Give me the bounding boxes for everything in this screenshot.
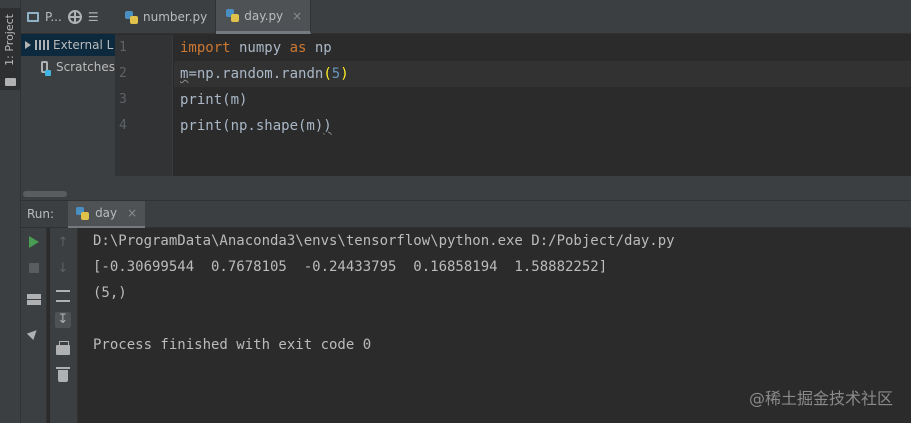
console-line: (5,)	[93, 285, 127, 301]
console-line: [-0.30699544 0.7678105 -0.24433795 0.168…	[93, 259, 608, 275]
console-line: D:\ProgramData\Anaconda3\envs\tensorflow…	[93, 233, 675, 249]
close-icon[interactable]: ×	[292, 9, 302, 23]
project-view-selector[interactable]: P...	[45, 10, 62, 24]
project-view-icon[interactable]	[27, 11, 39, 22]
code-line-3[interactable]: print(m)	[180, 87, 247, 113]
tree-item-external-libraries[interactable]: External L	[21, 34, 115, 56]
run-tab-day[interactable]: day ×	[68, 200, 146, 228]
line-number: 2	[119, 66, 127, 81]
code-line-2[interactable]: m=np.random.randn(5)	[180, 61, 349, 87]
rerun-play-icon[interactable]	[29, 236, 43, 250]
line-number: 4	[119, 118, 127, 133]
project-panel-header: P... ☰	[21, 0, 115, 34]
stop-icon[interactable]	[29, 263, 43, 277]
folder-icon	[5, 78, 16, 86]
collapse-all-icon[interactable]: ☰	[88, 10, 99, 24]
run-toolbar-primary: ▲	[21, 228, 47, 423]
project-tool-tab-label: 1: Project	[3, 14, 16, 66]
expand-triangle-icon[interactable]	[25, 41, 31, 49]
project-panel: P... ☰ External L Scratches	[21, 0, 115, 200]
soft-wrap-icon[interactable]	[55, 288, 71, 304]
close-icon[interactable]: ×	[127, 206, 137, 220]
editor-tabs-bar: number.py day.py ×	[115, 0, 911, 34]
line-number: 1	[119, 40, 127, 55]
watermark: @稀土掘金技术社区	[748, 389, 893, 408]
code-line-1[interactable]: import numpy as np	[180, 35, 332, 61]
python-file-icon	[125, 10, 138, 24]
tree-item-scratches[interactable]: Scratches	[21, 56, 115, 78]
tab-label: day.py	[244, 8, 284, 23]
trash-icon[interactable]	[55, 366, 71, 382]
left-tool-strip: 1: Project	[0, 0, 21, 423]
tab-label: number.py	[143, 10, 208, 24]
python-run-icon	[76, 206, 90, 220]
run-tool-window-header: Run: day ×	[21, 200, 911, 228]
scratches-icon	[41, 61, 51, 76]
python-file-icon	[226, 9, 240, 22]
run-label: Run:	[27, 207, 55, 221]
panel-splitter[interactable]	[21, 176, 911, 200]
horizontal-scrollbar-thumb[interactable]	[23, 191, 67, 197]
tab-number-py[interactable]: number.py	[115, 0, 217, 34]
print-icon[interactable]	[55, 340, 71, 356]
restore-layout-icon[interactable]	[27, 294, 41, 308]
pin-icon[interactable]: ▲	[24, 323, 44, 343]
project-tool-tab[interactable]: 1: Project	[0, 8, 21, 90]
run-tab-label: day	[95, 206, 118, 220]
console-line: Process finished with exit code 0	[93, 337, 372, 353]
line-number: 3	[119, 92, 127, 107]
scroll-to-end-icon[interactable]: ↧	[55, 312, 71, 328]
library-icon	[35, 40, 49, 50]
locate-file-icon[interactable]	[67, 9, 82, 24]
down-arrow-icon[interactable]: ↓	[55, 261, 71, 277]
tree-item-label: Scratches	[55, 60, 115, 74]
up-arrow-icon[interactable]: ↑	[55, 235, 71, 251]
editor-gutter: 1 2 3 4	[115, 35, 173, 176]
code-editor[interactable]: import numpy as np m=np.random.randn(5) …	[174, 35, 911, 176]
tab-day-py[interactable]: day.py ×	[216, 0, 312, 34]
run-toolbar-secondary: ↑ ↓ ↧	[50, 228, 78, 423]
tree-item-label: External L	[53, 38, 114, 52]
code-line-4[interactable]: print(np.shape(m))	[180, 113, 332, 139]
